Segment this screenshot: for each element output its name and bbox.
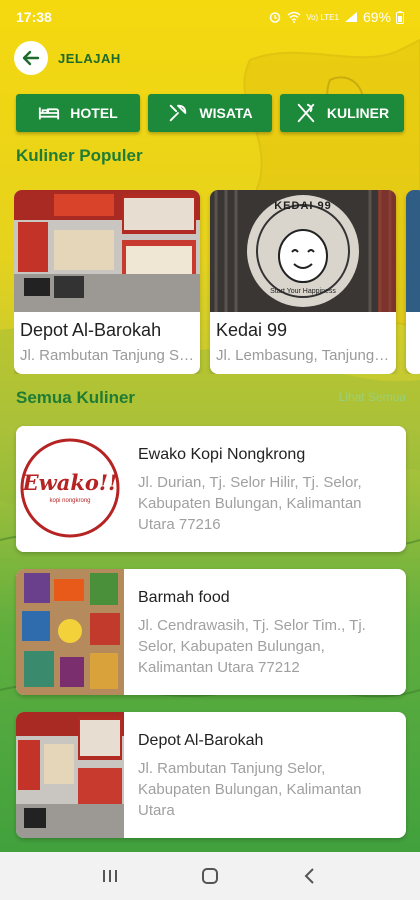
wisata-button[interactable]: WISATA	[148, 94, 272, 132]
page-title: JELAJAH	[58, 50, 121, 66]
restaurant-photo	[406, 190, 420, 312]
bed-icon	[39, 107, 60, 120]
signal-icon	[344, 12, 357, 22]
wisata-label: WISATA	[199, 105, 253, 121]
popular-card[interactable]: Depot Al-Barokah Jl. Rambutan Tanjung Se…	[14, 190, 200, 374]
kuliner-button[interactable]: KULINER	[280, 94, 404, 132]
list-item[interactable]: Depot Al-Barokah Jl. Rambutan Tanjung Se…	[16, 712, 406, 838]
popular-name: Depot Al-Barokah	[20, 320, 162, 340]
popular-section-title: Kuliner Populer	[16, 146, 143, 165]
hotel-button[interactable]: HOTEL	[16, 94, 140, 132]
ewako-logo-text: Ewako!!	[22, 470, 118, 495]
home-icon	[202, 868, 218, 884]
battery-icon	[396, 10, 404, 24]
list-item-address: Jl. Rambutan Tanjung Selor, Kabupaten Bu…	[138, 760, 362, 819]
recent-apps-button[interactable]	[90, 856, 130, 896]
popular-card-peek[interactable]	[406, 190, 420, 374]
ewako-logo: Ewako!! kopi nongkrong	[16, 426, 124, 552]
back-icon	[304, 868, 314, 884]
popular-name: Kedai 99	[216, 320, 288, 340]
utensils-icon	[297, 103, 315, 123]
all-section-title: Semua Kuliner	[16, 388, 136, 407]
list-item-name: Barmah food	[138, 589, 230, 606]
top-bar: JELAJAH	[14, 38, 121, 78]
hotel-label: HOTEL	[70, 105, 118, 121]
ewako-logo-subtitle: kopi nongkrong	[49, 498, 91, 504]
popular-address: Jl. Lembasung, Tanjung Selor	[216, 347, 396, 364]
status-time: 17:38	[16, 9, 52, 25]
network-label: Vo) LTE1	[306, 12, 339, 22]
list-item-address: Jl. Cendrawasih, Tj. Selor Tim., Tj. Sel…	[138, 617, 366, 676]
battery-level: 69%	[362, 9, 391, 25]
home-button[interactable]	[190, 856, 230, 896]
status-bar: 17:38 Vo) LTE1 69%	[0, 0, 420, 34]
list-item-address: Jl. Durian, Tj. Selor Hilir, Tj. Selor, …	[138, 474, 362, 533]
restaurant-photo	[16, 712, 124, 838]
popular-address: Jl. Rambutan Tanjung Selor	[20, 347, 200, 364]
wifi-icon	[287, 11, 301, 23]
kedai-logo-subtitle: Start Your Happiness	[270, 288, 336, 295]
arrow-left-icon	[22, 50, 40, 66]
alarm-icon	[269, 12, 281, 23]
kedai-logo-text: KEDAI 99	[274, 200, 332, 212]
restaurant-logo: KEDAI 99 Start Your Happiness	[210, 190, 396, 312]
compass-icon	[170, 104, 187, 122]
popular-list: Depot Al-Barokah Jl. Rambutan Tanjung Se…	[14, 190, 420, 374]
kuliner-label: KULINER	[326, 105, 390, 121]
back-button[interactable]	[14, 41, 48, 75]
restaurant-photo	[14, 190, 200, 312]
popular-card[interactable]: KEDAI 99 Start Your Happiness Kedai 99 J…	[210, 190, 396, 374]
list-item-name: Ewako Kopi Nongkrong	[138, 446, 306, 463]
recent-apps-icon	[103, 870, 117, 882]
list-item[interactable]: Ewako!! kopi nongkrong Ewako Kopi Nongkr…	[16, 426, 406, 552]
back-nav-button[interactable]	[290, 856, 330, 896]
see-all-link[interactable]: Lihat Semua	[339, 390, 406, 404]
list-item[interactable]: Barmah food Jl. Cendrawasih, Tj. Selor T…	[16, 569, 406, 695]
list-item-name: Depot Al-Barokah	[138, 732, 264, 749]
category-tabs: HOTEL WISATA KULINER	[16, 94, 404, 132]
system-nav-bar	[0, 852, 420, 900]
barmah-photo	[16, 569, 124, 695]
